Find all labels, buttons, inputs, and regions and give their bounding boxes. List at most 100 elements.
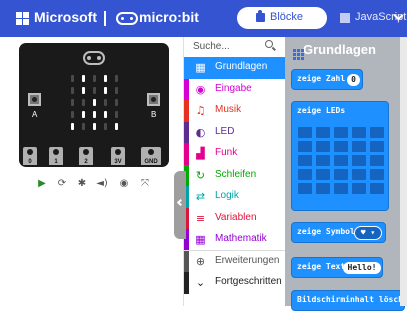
toolbox-item-fortgeschritten[interactable]: ⌄ Fortgeschritten — [184, 272, 285, 294]
calculator-icon: ▦ — [195, 233, 206, 246]
workspace-scrollbar[interactable] — [400, 37, 407, 306]
led-cell[interactable] — [370, 155, 384, 166]
toolbox-categories: ▦ Grundlagen ◉ Eingabe ♫ Musik ◐ LED ▟ Funk ↻ Schle… — [184, 57, 285, 294]
led-cell[interactable] — [298, 141, 312, 152]
pin-label: GND — [144, 159, 158, 165]
led-cell[interactable] — [352, 141, 366, 152]
toolbox-item-variablen[interactable]: ≡ Variablen — [184, 207, 285, 229]
category-color-bar — [184, 272, 189, 294]
led — [82, 99, 85, 106]
toolbox-item-label: Musik — [215, 104, 242, 115]
block-show-leds[interactable]: zeige LEDs — [291, 101, 389, 211]
led-cell[interactable] — [316, 169, 330, 180]
block-show-string[interactable]: zeige Text Hello! — [291, 257, 383, 278]
led-cell[interactable] — [316, 183, 330, 194]
grid-icon: ▦ — [195, 61, 206, 74]
fullscreen-icon[interactable]: ⤧ — [138, 177, 152, 191]
led — [115, 87, 118, 94]
led — [104, 123, 107, 130]
workspace[interactable]: Grundlagen zeige Zahl 0 zeige LEDs zeige… — [285, 37, 407, 311]
button-b[interactable] — [147, 93, 160, 106]
led-cell[interactable] — [334, 169, 348, 180]
toolbox-item-schleifen[interactable]: ↻ Schleifen — [184, 164, 285, 186]
pin-2[interactable]: 2 — [79, 147, 93, 165]
led-cell[interactable] — [352, 183, 366, 194]
toolbox-item-eingabe[interactable]: ◉ Eingabe — [184, 78, 285, 100]
icon-picker-dropdown[interactable]: ♥ ▾ — [354, 226, 382, 240]
debug-icon[interactable]: ✱ — [75, 177, 89, 191]
toolbox-item-funk[interactable]: ▟ Funk — [184, 143, 285, 165]
button-a[interactable] — [28, 93, 41, 106]
led-cell[interactable] — [352, 127, 366, 138]
list-icon: ≡ — [195, 211, 206, 225]
button-a-label: A — [32, 110, 38, 119]
toolbox-item-label: LED — [215, 125, 235, 137]
toolbox-item-grundlagen[interactable]: ▦ Grundlagen — [184, 57, 285, 79]
toolbox-item-musik[interactable]: ♫ Musik — [184, 100, 285, 122]
led-cell[interactable] — [334, 155, 348, 166]
toolbox-item-logik[interactable]: ⇄ Logik — [184, 186, 285, 208]
led-cell[interactable] — [370, 183, 384, 194]
led-cell[interactable] — [352, 155, 366, 166]
collapse-simulator-button[interactable] — [174, 171, 186, 239]
led-cell[interactable] — [334, 127, 348, 138]
led — [71, 99, 74, 106]
led-cell[interactable] — [316, 127, 330, 138]
block-show-icon[interactable]: zeige Symbol ♥ ▾ — [291, 222, 386, 243]
microsoft-brand: Microsoft — [34, 9, 97, 25]
signal-icon: ▟ — [196, 147, 205, 160]
led — [82, 87, 85, 94]
string-input[interactable]: Hello! — [343, 262, 381, 274]
pin-0[interactable]: 0 — [23, 147, 37, 165]
toolbox-item-erweiterungen[interactable]: ⊕ Erweiterungen — [184, 250, 285, 272]
toolbox-item-label: Funk — [215, 147, 238, 158]
led-cell[interactable] — [370, 141, 384, 152]
toolbox-search — [184, 37, 285, 56]
block-clear-screen[interactable]: Bildschirminhalt löschen — [291, 290, 407, 311]
microbit-board: A B 0 1 2 3V GND — [19, 43, 169, 167]
led-cell[interactable] — [370, 169, 384, 180]
grid-icon — [293, 49, 304, 60]
restart-icon[interactable]: ⟳ — [55, 177, 69, 191]
led-cell[interactable] — [334, 183, 348, 194]
sound-icon[interactable]: ◄) — [95, 177, 109, 191]
led-cell[interactable] — [370, 127, 384, 138]
pin-3v[interactable]: 3V — [111, 147, 125, 165]
shuffle-icon: ⇄ — [195, 190, 206, 203]
category-color-bar — [184, 57, 189, 79]
led — [104, 75, 107, 82]
led — [104, 99, 107, 106]
play-icon[interactable]: ▶ — [35, 177, 49, 191]
block-flyout: Grundlagen zeige Zahl 0 zeige LEDs zeige… — [285, 37, 407, 311]
pin-hole-icon — [83, 149, 89, 155]
led-cell[interactable] — [334, 141, 348, 152]
microbit-logo-icon — [116, 12, 138, 25]
search-icon[interactable] — [265, 40, 273, 48]
led-cell[interactable] — [298, 127, 312, 138]
led-cell[interactable] — [298, 155, 312, 166]
board-logo-icon[interactable] — [83, 51, 105, 65]
pin-1[interactable]: 1 — [49, 147, 63, 165]
puzzle-icon — [256, 10, 265, 22]
led-cell[interactable] — [298, 169, 312, 180]
led — [71, 111, 74, 118]
pin-label: 0 — [28, 159, 32, 165]
tab-javascript[interactable]: JavaScript — [336, 7, 406, 29]
pin-gnd[interactable]: GND — [141, 147, 161, 165]
number-input[interactable]: 0 — [347, 74, 360, 86]
tab-blocks-label: Blöcke — [270, 11, 304, 23]
screenshot-icon[interactable]: ◉ — [117, 177, 131, 191]
led-cell[interactable] — [316, 141, 330, 152]
led — [93, 111, 96, 118]
toolbox-item-led[interactable]: ◐ LED — [184, 121, 285, 143]
pin-hole-icon — [148, 149, 154, 155]
block-show-number[interactable]: zeige Zahl 0 — [291, 69, 363, 90]
search-input[interactable] — [193, 39, 263, 53]
led-cell[interactable] — [352, 169, 366, 180]
tab-blocks[interactable]: Blöcke — [237, 7, 327, 29]
led-editor-grid[interactable] — [298, 127, 387, 197]
led-cell[interactable] — [298, 183, 312, 194]
led-cell[interactable] — [316, 155, 330, 166]
toolbox-item-mathematik[interactable]: ▦ Mathematik — [184, 229, 285, 251]
pin-hole-icon — [115, 149, 121, 155]
